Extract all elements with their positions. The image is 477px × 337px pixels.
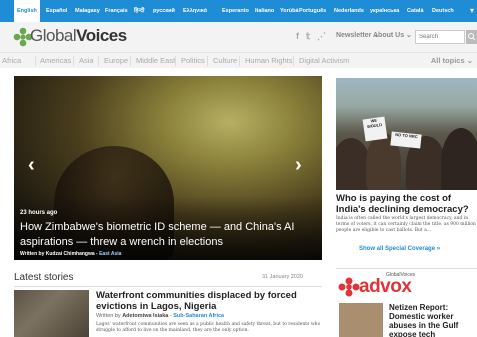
about-us-menu[interactable]: About Us ⌄ [373,31,412,39]
topic-americas[interactable]: Americas [40,56,71,65]
language-link-portugues[interactable]: Português [299,0,326,22]
special-coverage-description: India is often called the world's larges… [336,216,476,233]
topic-divider [98,56,99,66]
advox-wordmark[interactable]: advox [359,276,412,298]
hero-byline: Written by Kudzai Chimhangwa - East Asia [20,251,121,257]
site-logo-text[interactable]: GlobalVoices [30,26,127,46]
special-coverage-image[interactable]: WE WOULD NO TO NRC [336,78,477,190]
advox-story-headline[interactable]: Netizen Report: Domestic worker abuses i… [389,303,477,337]
hero-category-link[interactable]: East Asia [99,251,121,257]
more-languages-chevron-icon[interactable]: ▾ [470,0,474,22]
topic-middle-east[interactable]: Middle East [136,56,175,65]
crowd-figure [441,128,477,190]
logo-light-text: Global [30,26,77,45]
topic-divider [239,56,240,66]
special-coverage-title[interactable]: Who is paying the cost of India's declin… [336,193,477,215]
topic-divider [130,56,131,66]
hero-prev-arrow-icon[interactable]: ‹ [28,154,35,177]
language-link-esperanto[interactable]: Esperanto [222,0,249,22]
language-link-espanol[interactable]: Español [46,0,67,22]
language-link-nederlands[interactable]: Nederlands [334,0,364,22]
logo-bold-text: Voices [76,26,127,45]
story-category-link[interactable]: Sub-Saharan Africa [173,313,224,319]
protest-sign: WE WOULD [362,116,388,142]
section-divider [14,286,322,287]
language-link-ukrainian[interactable]: українська [370,0,399,22]
search-icon [468,33,476,41]
language-link-italiano[interactable]: Italiano [255,0,274,22]
topic-divider [293,56,294,66]
story-thumbnail[interactable] [14,290,89,337]
language-link-hindi[interactable]: हिन्दी [134,0,144,22]
hero-next-arrow-icon[interactable]: › [295,154,302,177]
topic-politics[interactable]: Politics [181,56,205,65]
topic-digital-activism[interactable]: Digital Activism [299,56,349,65]
language-link-malagasy[interactable]: Malagasy [75,0,100,22]
site-header: GlobalVoices f 𝕥 ⋰ Newsletter ⌄ About Us… [0,22,477,52]
topic-divider [207,56,208,66]
topic-culture[interactable]: Culture [213,56,237,65]
protest-sign-text: NO TO NRC [395,131,418,140]
facebook-icon[interactable]: f [296,31,299,41]
language-bar: English Español Malagasy Français हिन्दी… [0,0,477,22]
advox-story-thumbnail[interactable] [339,303,383,337]
topic-divider [35,56,36,66]
hero-timestamp: 23 hours ago [20,210,58,216]
protest-sign-text: WOULD [366,122,383,130]
topic-human-rights[interactable]: Human Rights [245,56,293,65]
topic-divider [73,56,74,66]
latest-stories-heading: Latest stories [14,272,74,283]
search-input[interactable] [415,30,465,44]
language-link-francais[interactable]: Français [105,0,128,22]
hero-headline[interactable]: How Zimbabwe's biometric ID scheme — and… [20,220,320,250]
language-link-russian[interactable]: русский [153,0,175,22]
hero-slider[interactable]: ‹ › 23 hours ago How Zimbabwe's biometri… [14,76,322,260]
story-headline[interactable]: Waterfront communities displaced by forc… [96,290,322,312]
latest-stories-date: 31 January 2020 [262,274,303,280]
protest-sign: NO TO NRC [390,131,422,149]
story-author-link[interactable]: Adetomiwa Isiaka [122,313,168,319]
rss-icon[interactable]: ⋰ [317,31,326,42]
story-excerpt: Lagos' waterfront communities are seen a… [96,322,321,333]
topics-nav: Africa Americas Asia Europe Middle East … [0,52,477,68]
language-link-yoruba[interactable]: Yorùbá [280,0,299,22]
topic-divider [175,56,176,66]
search-button[interactable] [466,30,477,44]
topic-africa[interactable]: Africa [2,56,21,65]
all-topics-menu[interactable]: All topics ⌄ [431,56,473,65]
topic-asia[interactable]: Asia [79,56,94,65]
story-byline: Written by Adetomiwa Isiaka - Sub-Sahara… [96,313,224,319]
language-link-english[interactable]: English [14,0,40,22]
topic-europe[interactable]: Europe [104,56,128,65]
show-all-special-coverage-link[interactable]: Show all Special Coverage » [359,246,440,252]
twitter-icon[interactable]: 𝕥 [306,31,310,42]
hero-byline-author: Written by Kudzai Chimhangwa - [20,251,100,257]
language-link-catala[interactable]: Català [407,0,424,22]
language-link-deutsch[interactable]: Deutsch [432,0,454,22]
language-link-greek[interactable]: Ελληνικά [183,0,207,22]
story-byline-prefix: Written by [96,313,123,319]
